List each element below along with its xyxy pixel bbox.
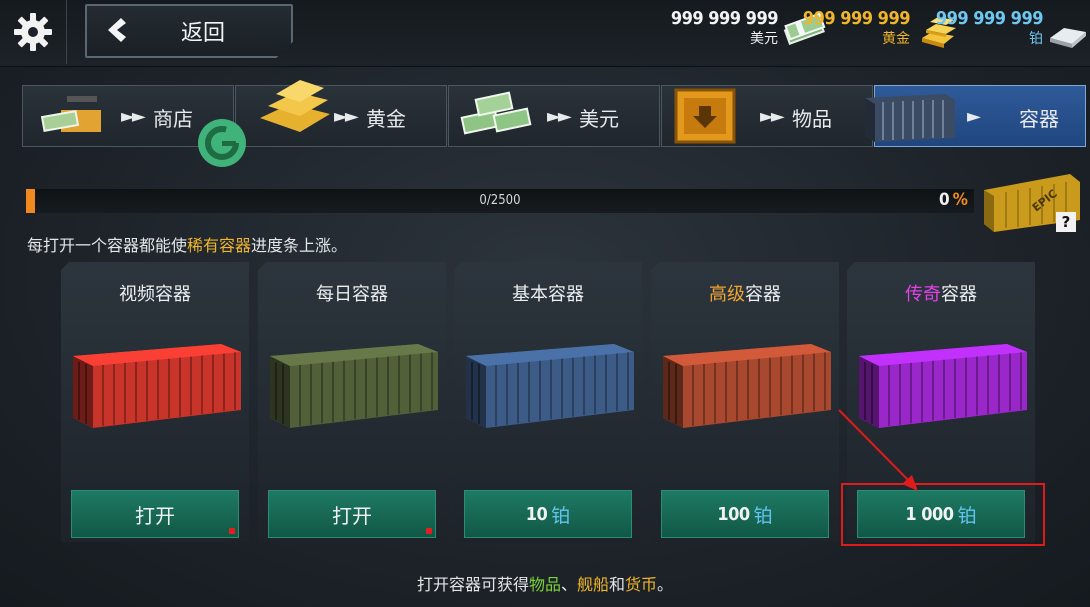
- buy-premium-container-button[interactable]: 100 铂: [661, 490, 829, 538]
- footer-and: 和: [609, 575, 626, 594]
- platinum-amount: 999 999 999: [935, 8, 1044, 29]
- container-card-daily: 每日容器 打开: [258, 262, 446, 542]
- platinum-balance: 999 999 999 铂: [935, 8, 1044, 48]
- crate-icon: [674, 88, 736, 144]
- back-button[interactable]: 返回: [85, 4, 293, 58]
- annotation-highlight-box: [841, 483, 1045, 546]
- card-title: 高级容器: [651, 280, 839, 306]
- footer-items: 物品: [528, 575, 561, 594]
- footer-sep: 、: [560, 575, 577, 594]
- button-label: 打开: [332, 503, 372, 528]
- settings-button[interactable]: [0, 0, 67, 64]
- progress-percent: 0%: [939, 190, 968, 210]
- chevron-left-icon: [108, 18, 126, 42]
- platinum-bar-icon: [1050, 28, 1086, 48]
- card-title: 每日容器: [316, 284, 388, 305]
- gold-amount: 999 999 999: [802, 8, 911, 29]
- card-title-highlight: 高级: [709, 284, 745, 305]
- tab-items[interactable]: ►► 物品: [661, 85, 873, 147]
- card-title: 传奇容器: [847, 280, 1035, 306]
- gold-name: 黄金: [882, 31, 910, 47]
- chevron-double-icon: ►►: [760, 106, 785, 127]
- tab-shop-label: 商店: [153, 107, 193, 131]
- rare-container-progress-bar: 0/2500 0%: [26, 189, 974, 213]
- open-daily-container-button[interactable]: 打开: [268, 490, 436, 538]
- help-button[interactable]: ?: [1056, 212, 1076, 232]
- hint-highlight: 稀有容器: [187, 236, 252, 255]
- notification-dot: [426, 528, 432, 534]
- daily-container-icon: [270, 344, 438, 428]
- open-video-container-button[interactable]: 打开: [71, 490, 239, 538]
- footer-ships: 舰船: [576, 575, 609, 594]
- footer-hint: 打开容器可获得物品、舰船和货币。: [0, 571, 1090, 595]
- card-title: 视频容器: [119, 284, 191, 305]
- notification-dot: [229, 528, 235, 534]
- price-value: 10: [525, 503, 548, 525]
- question-icon: ?: [1061, 213, 1071, 231]
- card-title: 基本容器: [512, 284, 584, 305]
- standard-container-icon: [466, 344, 634, 428]
- container-card-video: 视频容器 打开: [61, 262, 249, 542]
- back-label: 返回: [181, 21, 226, 46]
- tab-containers-label: 容器: [1019, 107, 1059, 131]
- chevron-double-icon: ►►: [334, 106, 359, 127]
- shop-tabs: ►► 商店 ►► 黄金 ►► 美元 ►► 物品 ► 容器: [22, 80, 1086, 147]
- tab-gold-label: 黄金: [366, 107, 406, 131]
- progress-percent-value: 0: [939, 190, 950, 210]
- hint-text-2: 进度条上涨。: [251, 236, 348, 255]
- dollar-stacks-icon: [460, 91, 532, 135]
- tab-containers[interactable]: ► 容器: [865, 85, 1086, 147]
- footer-currency: 货币: [625, 575, 658, 594]
- price-currency: 铂: [753, 504, 773, 527]
- progress-percent-sign: %: [952, 190, 968, 210]
- card-title-rest: 容器: [941, 284, 977, 305]
- hint-text-1: 每打开一个容器都能使: [27, 236, 188, 255]
- card-title-highlight: 传奇: [905, 284, 941, 305]
- chevron-right-icon: ►: [967, 106, 981, 127]
- footer-text-1: 打开容器可获得: [416, 575, 529, 594]
- tab-usd-label: 美元: [579, 107, 619, 131]
- button-label: 打开: [135, 503, 175, 528]
- usd-name: 美元: [750, 31, 778, 47]
- tab-items-label: 物品: [792, 107, 832, 131]
- price-currency: 铂: [551, 504, 571, 527]
- shop-icon: [40, 96, 101, 133]
- buy-basic-container-button[interactable]: 10 铂: [464, 490, 632, 538]
- usd-amount: 999 999 999: [670, 8, 779, 29]
- container-card-basic: 基本容器 10 铂: [454, 262, 642, 542]
- gold-bars-icon: [260, 80, 330, 132]
- gold-balance: 999 999 999 黄金: [802, 8, 911, 48]
- chevron-double-icon: ►►: [547, 106, 572, 127]
- price-value: 100: [717, 503, 750, 525]
- premium-container-icon: [663, 344, 831, 428]
- usd-balance: 999 999 999 美元: [670, 8, 779, 48]
- video-container-icon: [73, 344, 241, 428]
- top-bar: 返回 999 999 999 美元 999 999 999 黄金 999 999…: [0, 0, 1090, 67]
- footer-end: 。: [657, 575, 674, 594]
- progress-count: 0/2500: [479, 193, 521, 208]
- gear-icon: [14, 13, 52, 51]
- platinum-name: 铂: [1029, 31, 1043, 47]
- card-title-rest: 容器: [745, 284, 781, 305]
- android-g-logo-icon: [198, 119, 246, 167]
- tab-gold[interactable]: ►► 黄金: [235, 80, 447, 147]
- container-card-premium: 高级容器 100 铂: [651, 262, 839, 542]
- container-icon: [865, 94, 955, 142]
- tab-usd[interactable]: ►► 美元: [448, 85, 660, 147]
- progress-hint: 每打开一个容器都能使稀有容器进度条上涨。: [27, 232, 347, 256]
- chevron-double-icon: ►►: [121, 106, 146, 127]
